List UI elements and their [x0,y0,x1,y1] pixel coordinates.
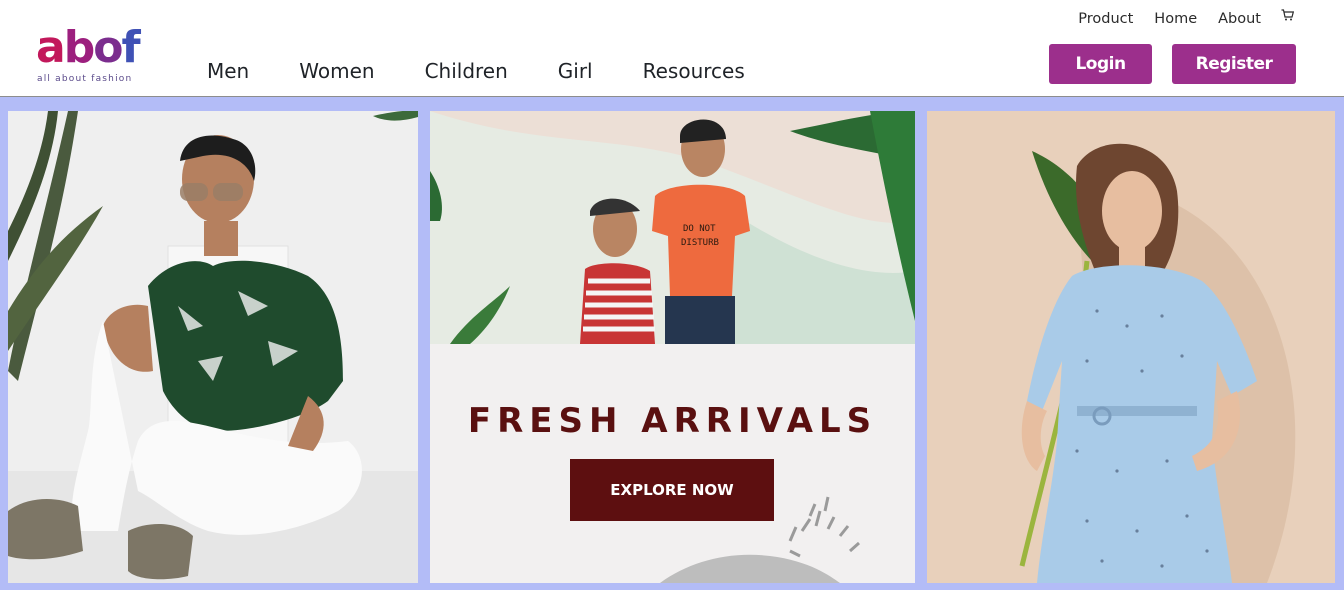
fresh-arrivals-headline: FRESH ARRIVALS [467,401,878,441]
top-nav-about[interactable]: About [1218,11,1261,27]
kid-shirt-text-line1: DO NOT [683,224,716,234]
logo-wordmark: abof [36,22,141,73]
kid-shirt-text-line2: DISTURB [681,238,719,248]
fresh-arrivals-promo: DO NOT DISTURB FRESH ARRIVALS EXPLORE NO… [430,111,915,583]
site-header: abof all about fashion Men Women Childre… [0,0,1344,97]
nav-item-girl[interactable]: Girl [558,58,593,86]
top-nav: Product Home About [1057,9,1294,27]
women-fashion-image[interactable] [927,111,1335,583]
login-button[interactable]: Login [1049,44,1152,84]
nav-item-men[interactable]: Men [207,58,249,86]
main-nav: Men Women Children Girl Resources [207,58,745,86]
cart-icon[interactable] [1281,9,1294,21]
top-nav-home[interactable]: Home [1154,11,1197,27]
top-nav-product[interactable]: Product [1078,11,1133,27]
brand-logo[interactable]: abof all about fashion [36,26,146,86]
explore-now-button[interactable]: EXPLORE NOW [570,459,774,521]
men-fashion-image[interactable] [8,111,418,583]
register-button[interactable]: Register [1172,44,1296,84]
logo-tagline: all about fashion [37,74,133,84]
nav-item-resources[interactable]: Resources [643,58,745,86]
hero-banner: DO NOT DISTURB FRESH ARRIVALS EXPLORE NO… [0,97,1344,590]
nav-item-women[interactable]: Women [299,58,374,86]
nav-item-children[interactable]: Children [425,58,508,86]
